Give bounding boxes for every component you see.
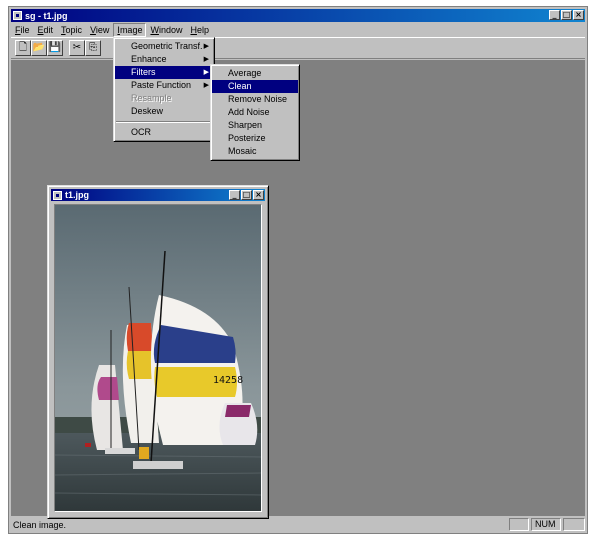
submenu-arrow-icon: ▶ (203, 43, 209, 50)
child-window-controls: _ □ × (229, 190, 264, 200)
child-close-button[interactable]: × (253, 190, 264, 200)
toolbar: 🗋 📂 💾 ✂ ⎘ (11, 37, 585, 59)
child-minimize-button[interactable]: _ (229, 190, 240, 200)
child-maximize-button[interactable]: □ (241, 190, 252, 200)
filter-average[interactable]: Average (212, 67, 298, 80)
image-document-icon[interactable] (53, 190, 62, 200)
menu-help[interactable]: Help (186, 24, 213, 36)
image-child-window[interactable]: t1.jpg _ □ × 14258 (47, 185, 269, 519)
menu-separator (116, 121, 212, 123)
menu-geometric-transf[interactable]: Geometric Transf. ▶ (115, 40, 213, 53)
menu-window-label: indow (158, 24, 183, 35)
menu-ocr[interactable]: OCR (115, 126, 213, 139)
filter-add-noise[interactable]: Add Noise (212, 106, 298, 119)
status-text: Clean image. (13, 519, 67, 530)
submenu-arrow-icon: ▶ (203, 56, 209, 63)
filter-mosaic-label: Mosaic (228, 146, 257, 156)
app-title: sg - t1.jpg (25, 10, 68, 21)
menu-paste-function-label: Paste Function (131, 80, 192, 90)
menu-filters[interactable]: Filters ▶ (115, 66, 213, 79)
menu-enhance[interactable]: Enhance ▶ (115, 53, 213, 66)
filter-clean-label: Clean (228, 81, 252, 91)
menu-window[interactable]: Window (146, 24, 186, 36)
menu-file-label: ile (20, 24, 30, 35)
status-pane-empty (509, 518, 529, 531)
maximize-button[interactable]: □ (561, 10, 572, 20)
filter-remove-noise[interactable]: Remove Noise (212, 93, 298, 106)
menu-edit-label: dit (43, 24, 54, 35)
status-pane-extra (563, 518, 585, 531)
menu-view[interactable]: View (86, 24, 113, 36)
menu-view-label: iew (95, 24, 110, 35)
toolbar-edit-group: ✂ ⎘ (69, 40, 101, 56)
minimize-button[interactable]: _ (549, 10, 560, 20)
toolbar-file-group: 🗋 📂 💾 (15, 40, 63, 56)
filter-posterize-label: Posterize (228, 133, 266, 143)
app-icon[interactable] (13, 11, 22, 20)
filter-clean[interactable]: Clean (212, 80, 298, 93)
menu-enhance-label: Enhance (131, 54, 167, 64)
menu-topic[interactable]: Topic (57, 24, 86, 36)
cut-icon[interactable]: ✂ (69, 40, 85, 56)
menu-image-label: mage (119, 24, 143, 35)
filters-submenu: Average Clean Remove Noise Add Noise Sha… (210, 64, 300, 161)
menu-geometric-transf-label: Geometric Transf. (131, 41, 203, 51)
child-title: t1.jpg (65, 190, 89, 200)
menu-topic-label: opic (65, 24, 83, 35)
app-titlebar[interactable]: sg - t1.jpg _ □ × (11, 9, 585, 22)
child-titlebar[interactable]: t1.jpg _ □ × (51, 189, 265, 201)
sail-number-text: 14258 (213, 375, 243, 386)
statusbar: Clean image. NUM (11, 517, 585, 532)
menu-file[interactable]: File (11, 24, 34, 36)
filter-sharpen-label: Sharpen (228, 120, 263, 130)
menu-ocr-label: OCR (131, 127, 151, 137)
menu-help-label: elp (196, 24, 209, 35)
menu-resample: Resample (115, 92, 213, 105)
sailboats-photo: 14258 (54, 204, 262, 512)
save-icon[interactable]: 💾 (47, 40, 63, 56)
filter-remove-noise-label: Remove Noise (228, 94, 288, 104)
menu-deskew-label: Deskew (131, 106, 164, 116)
menubar: File Edit Topic View Image Window Help (11, 22, 585, 37)
new-file-icon[interactable]: 🗋 (15, 40, 31, 56)
filter-posterize[interactable]: Posterize (212, 132, 298, 145)
filter-mosaic[interactable]: Mosaic (212, 145, 298, 158)
open-folder-icon[interactable]: 📂 (31, 40, 47, 56)
menu-image[interactable]: Image (113, 22, 147, 37)
submenu-arrow-icon: ▶ (203, 69, 209, 76)
menu-deskew[interactable]: Deskew (115, 105, 213, 118)
sailboats-photo-svg: 14258 (55, 205, 261, 511)
status-num: NUM (531, 518, 561, 531)
close-button[interactable]: × (573, 10, 584, 20)
window-controls: _ □ × (549, 10, 584, 20)
menu-resample-label: Resample (131, 93, 172, 103)
app-window: sg - t1.jpg _ □ × File Edit Topic View I… (8, 6, 588, 534)
image-menu-dropdown: Geometric Transf. ▶ Enhance ▶ Filters ▶ Pas… (113, 37, 215, 142)
filter-add-noise-label: Add Noise (228, 107, 270, 117)
submenu-arrow-icon: ▶ (203, 82, 209, 89)
menu-edit[interactable]: Edit (34, 24, 58, 36)
filter-sharpen[interactable]: Sharpen (212, 119, 298, 132)
menu-filters-label: Filters (131, 67, 156, 77)
copy-icon[interactable]: ⎘ (85, 40, 101, 56)
menu-window-mnemonic: W (150, 24, 159, 35)
menu-paste-function[interactable]: Paste Function ▶ (115, 79, 213, 92)
filter-average-label: Average (228, 68, 262, 78)
